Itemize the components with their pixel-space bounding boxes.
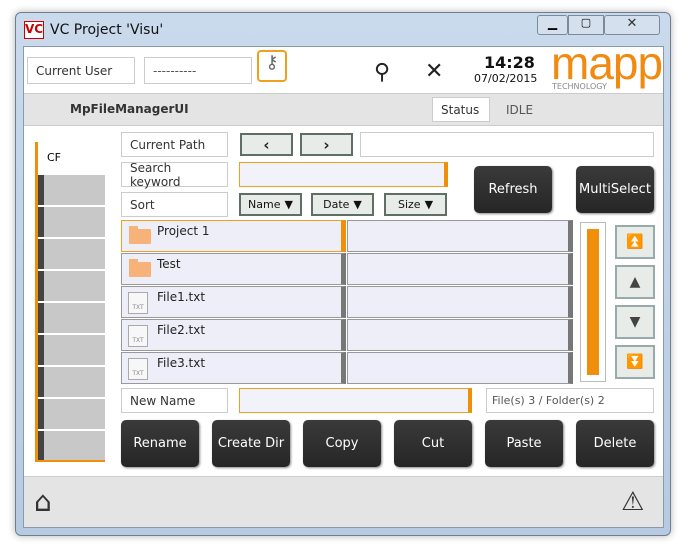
mapp-logo-sub: TECHNOLOGY [552,82,607,91]
current-user-label: Current User [27,57,135,84]
file-detail-cell[interactable] [347,319,573,351]
sort-size-label: Size [397,198,421,211]
sidebar-item[interactable] [38,399,105,429]
sidebar-item[interactable] [38,303,105,333]
sidebar-item-cf[interactable]: CF [38,142,105,173]
txt-file-icon: TXT [128,358,148,380]
scroll-top-button[interactable]: ⏫ [615,225,655,259]
file-name: Project 1 [157,224,210,238]
current-path-field[interactable] [360,132,654,157]
page-title: MpFileManagerUI [70,102,189,116]
scroll-bottom-button[interactable]: ⏬ [615,345,655,379]
sort-size-button[interactable]: Size ▼ [384,193,447,216]
file-detail-cell[interactable] [347,253,573,285]
sidebar-item[interactable] [38,431,105,460]
app-logo-icon: VC [24,21,44,39]
file-row[interactable]: Project 1 [121,220,346,252]
clock-time: 14:28 [484,53,535,72]
file-name: File2.txt [157,323,206,337]
scrollbar-thumb[interactable] [587,229,599,375]
status-value: IDLE [506,103,534,117]
sidebar-item[interactable] [38,367,105,397]
delete-button[interactable]: Delete [576,420,654,467]
clock-date: 07/02/2015 [474,72,538,85]
file-row[interactable]: TXT File1.txt [121,286,346,318]
caret-down-icon: ▼ [424,198,434,211]
sidebar-item[interactable] [38,271,105,301]
home-icon[interactable]: ⌂ [34,488,52,516]
file-name: Test [157,257,181,271]
close-button[interactable]: ✕ [604,15,660,35]
file-detail-cell[interactable] [347,286,573,318]
search-keyword-label: Search keyword [121,161,228,189]
forward-button[interactable]: › [300,133,353,156]
create-dir-button[interactable]: Create Dir [212,420,290,467]
key-icon[interactable]: ⚷ [257,50,287,82]
minimize-button[interactable]: ▁ [537,15,568,35]
caret-down-icon: ▼ [284,198,293,211]
sidebar-item[interactable] [38,335,105,365]
folder-icon [129,259,151,277]
current-user-value: ---------- [144,57,252,84]
scrollbar[interactable] [580,222,606,382]
sort-name-label: Name [248,198,281,211]
file-name: File3.txt [157,356,206,370]
file-name: File1.txt [157,290,206,304]
folder-icon [129,226,151,244]
refresh-button[interactable]: Refresh [474,166,552,213]
sort-label: Sort [121,192,228,217]
sidebar-item[interactable] [38,175,105,205]
file-row[interactable]: Test [121,253,346,285]
sort-name-button[interactable]: Name ▼ [239,193,302,216]
status-label: Status [432,97,490,122]
rename-button[interactable]: Rename [121,420,199,467]
current-path-label: Current Path [121,132,228,157]
maximize-button[interactable]: ▢ [568,15,604,35]
txt-file-icon: TXT [128,292,148,314]
file-count-info: File(s) 3 / Folder(s) 2 [486,388,654,413]
search-keyword-input[interactable] [239,162,448,187]
copy-button[interactable]: Copy [303,420,381,467]
multiselect-button[interactable]: MultiSelect [576,166,654,213]
caret-down-icon: ▼ [353,198,362,211]
footer-bar [24,476,663,527]
sort-date-label: Date [323,198,350,211]
warning-icon[interactable]: ⚠ [621,489,644,515]
paste-button[interactable]: Paste [485,420,563,467]
file-row[interactable]: TXT File2.txt [121,319,346,351]
new-name-label: New Name [121,388,228,413]
sort-date-button[interactable]: Date ▼ [311,193,374,216]
scroll-up-button[interactable]: ▲ [615,265,655,299]
sidebar-item[interactable] [38,207,105,237]
search-icon[interactable]: ⚲ [374,60,390,85]
txt-file-icon: TXT [128,325,148,347]
back-button[interactable]: ‹ [240,133,293,156]
sidebar-item[interactable] [38,239,105,269]
cut-button[interactable]: Cut [394,420,472,467]
tools-icon[interactable]: ✕ [425,59,443,84]
file-detail-cell[interactable] [347,352,573,384]
scroll-down-button[interactable]: ▼ [615,305,655,339]
new-name-input[interactable] [239,388,472,413]
file-row[interactable]: TXT File3.txt [121,352,346,384]
window-title: VC Project 'Visu' [50,22,164,38]
file-detail-cell[interactable] [347,220,573,252]
